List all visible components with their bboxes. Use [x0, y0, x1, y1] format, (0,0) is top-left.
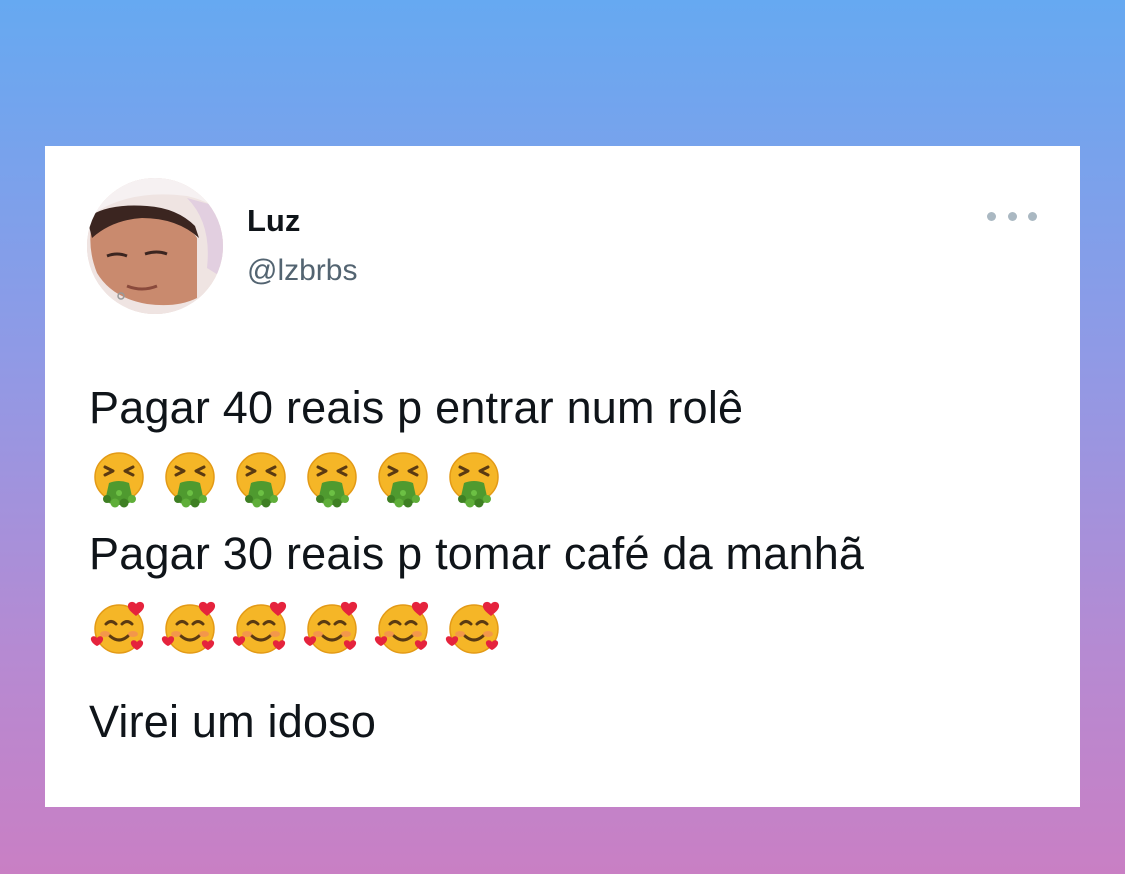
author-name[interactable]: Luz	[247, 203, 300, 239]
smiling-face-with-hearts-icon	[302, 598, 362, 658]
face-vomiting-icon	[89, 449, 149, 509]
emoji-row-vomiting	[89, 449, 504, 509]
face-vomiting-icon	[444, 449, 504, 509]
tweet-card: Luz @lzbrbs Pagar 40 reais p entrar num …	[45, 146, 1080, 807]
face-vomiting-icon	[302, 449, 362, 509]
avatar-photo	[87, 178, 223, 314]
face-vomiting-icon	[373, 449, 433, 509]
smiling-face-with-hearts-icon	[89, 598, 149, 658]
avatar[interactable]	[87, 178, 223, 314]
dot	[1028, 211, 1037, 221]
author-handle[interactable]: @lzbrbs	[247, 254, 357, 288]
smiling-face-with-hearts-icon	[160, 598, 220, 658]
face-vomiting-icon	[160, 449, 220, 509]
more-options-icon[interactable]	[987, 204, 1037, 228]
face-vomiting-icon	[231, 449, 291, 509]
smiling-face-with-hearts-icon	[373, 598, 433, 658]
smiling-face-with-hearts-icon	[444, 598, 504, 658]
tweet-text-line-1: Pagar 40 reais p entrar num rolê	[89, 382, 744, 433]
tweet-text-line-3: Virei um idoso	[89, 696, 377, 747]
tweet-text-line-2: Pagar 30 reais p tomar café da manhã	[89, 528, 865, 579]
dot	[987, 211, 996, 221]
smiling-face-with-hearts-icon	[231, 598, 291, 658]
dot	[1007, 211, 1017, 221]
emoji-row-hearts	[89, 598, 504, 658]
